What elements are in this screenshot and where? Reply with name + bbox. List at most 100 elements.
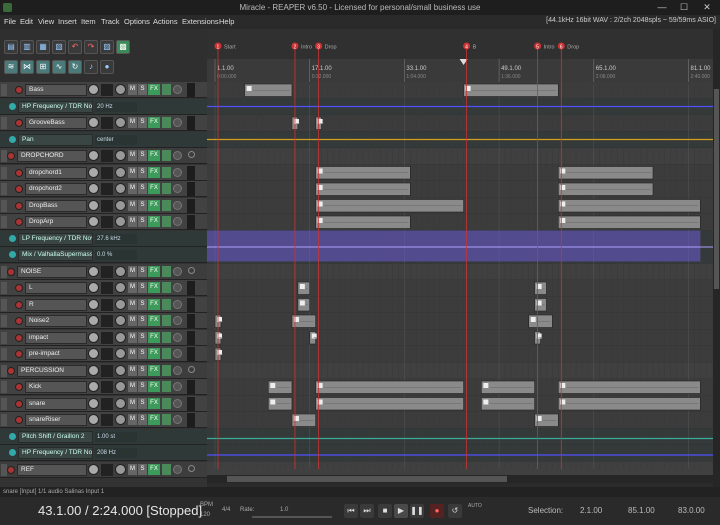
envelope-value[interactable]: 208 Hz xyxy=(95,448,137,458)
record-arm-button[interactable] xyxy=(15,333,23,342)
fx-button[interactable]: FX xyxy=(148,199,160,211)
volume-knob[interactable] xyxy=(88,265,99,277)
envelope-fill[interactable] xyxy=(207,230,701,262)
solo-button[interactable]: S xyxy=(138,397,147,409)
mute-button[interactable]: M xyxy=(128,331,137,343)
envelope-points-icon[interactable]: ∿ xyxy=(52,60,66,74)
grid-icon[interactable]: ▨ xyxy=(100,40,114,54)
record-arm-button[interactable] xyxy=(7,267,15,276)
pan-knob[interactable] xyxy=(115,84,126,95)
pan-knob[interactable] xyxy=(115,331,126,343)
trim-knob[interactable] xyxy=(173,200,182,210)
io-routing-icon[interactable] xyxy=(101,265,113,278)
mute-button[interactable]: M xyxy=(128,150,137,161)
volume-knob[interactable] xyxy=(88,348,99,359)
solo-button[interactable]: S xyxy=(138,183,147,194)
pan-knob[interactable] xyxy=(115,315,126,326)
track-name[interactable]: NOISE xyxy=(17,265,87,278)
selection-start[interactable]: 2.1.00 xyxy=(580,506,602,515)
folder-icon[interactable] xyxy=(188,266,195,274)
record-arm-button[interactable] xyxy=(15,350,23,358)
track-lane[interactable] xyxy=(207,280,713,297)
volume-knob[interactable] xyxy=(88,216,99,227)
trim-knob[interactable] xyxy=(173,118,182,127)
trim-knob[interactable] xyxy=(173,283,182,292)
phase-icon[interactable] xyxy=(162,216,171,227)
record-arm-button[interactable] xyxy=(15,218,23,226)
volume-knob[interactable] xyxy=(88,463,99,475)
track-row[interactable]: LP Frequency / TDR Nova 27.6 kHz xyxy=(0,230,207,247)
track-lane[interactable] xyxy=(207,296,713,314)
track-row[interactable]: NOISE M S FX xyxy=(0,263,207,280)
h-scroll-thumb[interactable] xyxy=(227,476,507,482)
track-name[interactable]: dropchord2 xyxy=(25,183,87,195)
phase-icon[interactable] xyxy=(162,166,171,178)
go-to-start-icon[interactable]: ⏮ xyxy=(344,504,358,518)
menu-options[interactable]: Options xyxy=(124,17,150,26)
io-routing-icon[interactable] xyxy=(101,348,113,360)
phase-icon[interactable] xyxy=(162,414,171,425)
track-row[interactable]: dropchord1 M S FX xyxy=(0,164,207,181)
menu-actions[interactable]: Actions xyxy=(153,17,178,26)
track-number[interactable] xyxy=(1,414,7,426)
track-name[interactable]: DROPCHORD xyxy=(17,150,87,162)
volume-knob[interactable] xyxy=(88,150,99,161)
menu-file[interactable]: File xyxy=(4,17,16,26)
track-number[interactable] xyxy=(1,315,7,327)
folder-icon[interactable] xyxy=(188,464,195,472)
io-routing-icon[interactable] xyxy=(101,463,113,476)
track-number[interactable] xyxy=(1,117,7,129)
menu-track[interactable]: Track xyxy=(101,17,119,26)
mute-button[interactable]: M xyxy=(128,183,137,194)
new-project-icon[interactable]: ▤ xyxy=(4,40,18,54)
io-routing-icon[interactable] xyxy=(101,199,113,212)
track-name[interactable]: impact xyxy=(25,331,87,344)
volume-knob[interactable] xyxy=(88,331,99,343)
solo-button[interactable]: S xyxy=(138,117,147,128)
record-arm-button[interactable] xyxy=(15,399,23,408)
record-arm-button[interactable] xyxy=(15,317,23,325)
track-number[interactable] xyxy=(1,216,7,228)
mute-button[interactable]: M xyxy=(128,463,137,475)
track-name[interactable]: DropArp xyxy=(25,216,87,228)
mute-button[interactable]: M xyxy=(128,315,137,326)
track-row[interactable]: Pitch Shift / Graillon 2 1.00 st xyxy=(0,428,207,445)
mute-button[interactable]: M xyxy=(128,199,137,211)
fx-button[interactable]: FX xyxy=(148,265,160,277)
marker-lane[interactable] xyxy=(207,29,713,59)
record-arm-button[interactable] xyxy=(15,383,23,391)
track-lane[interactable] xyxy=(207,346,713,363)
track-number[interactable] xyxy=(1,397,7,410)
trim-knob[interactable] xyxy=(173,184,182,193)
pan-knob[interactable] xyxy=(115,183,126,194)
position-display[interactable]: 43.1.00 / 2:24.000 [Stopped] xyxy=(38,503,202,518)
ripple-icon[interactable]: ≋ xyxy=(4,60,18,74)
volume-knob[interactable] xyxy=(88,397,99,409)
volume-knob[interactable] xyxy=(88,117,99,128)
record-arm-button[interactable] xyxy=(15,185,23,193)
audio-device-status[interactable]: [44.1kHz 16bit WAV : 2/2ch 2048spls ~ 59… xyxy=(546,17,716,24)
mute-button[interactable]: M xyxy=(128,348,137,359)
save-project-icon[interactable]: ▦ xyxy=(36,40,50,54)
track-number[interactable] xyxy=(1,331,7,344)
io-routing-icon[interactable] xyxy=(101,381,113,393)
solo-button[interactable]: S xyxy=(138,463,147,475)
volume-knob[interactable] xyxy=(88,414,99,425)
pan-knob[interactable] xyxy=(115,414,126,425)
menu-item[interactable]: Item xyxy=(81,17,96,26)
track-lane[interactable] xyxy=(207,313,713,330)
stop-icon[interactable]: ■ xyxy=(378,504,392,518)
track-name[interactable]: dropchord1 xyxy=(25,166,87,179)
solo-button[interactable]: S xyxy=(138,364,147,376)
pan-knob[interactable] xyxy=(115,348,126,359)
fx-button[interactable]: FX xyxy=(148,117,160,128)
solo-button[interactable]: S xyxy=(138,282,147,293)
arrange-view[interactable]: 1 Start 2 Intro 3 Drop 4 B 5 Intro 6 Drop 1.1.00 0:00… xyxy=(207,29,713,487)
io-routing-icon[interactable] xyxy=(101,414,113,426)
selection-end[interactable]: 85.1.00 xyxy=(628,506,655,515)
record-arm-button[interactable] xyxy=(7,366,15,375)
track-number[interactable] xyxy=(1,282,7,294)
track-lane[interactable] xyxy=(207,329,713,347)
trim-knob[interactable] xyxy=(173,365,182,375)
record-arm-button[interactable] xyxy=(7,152,15,160)
